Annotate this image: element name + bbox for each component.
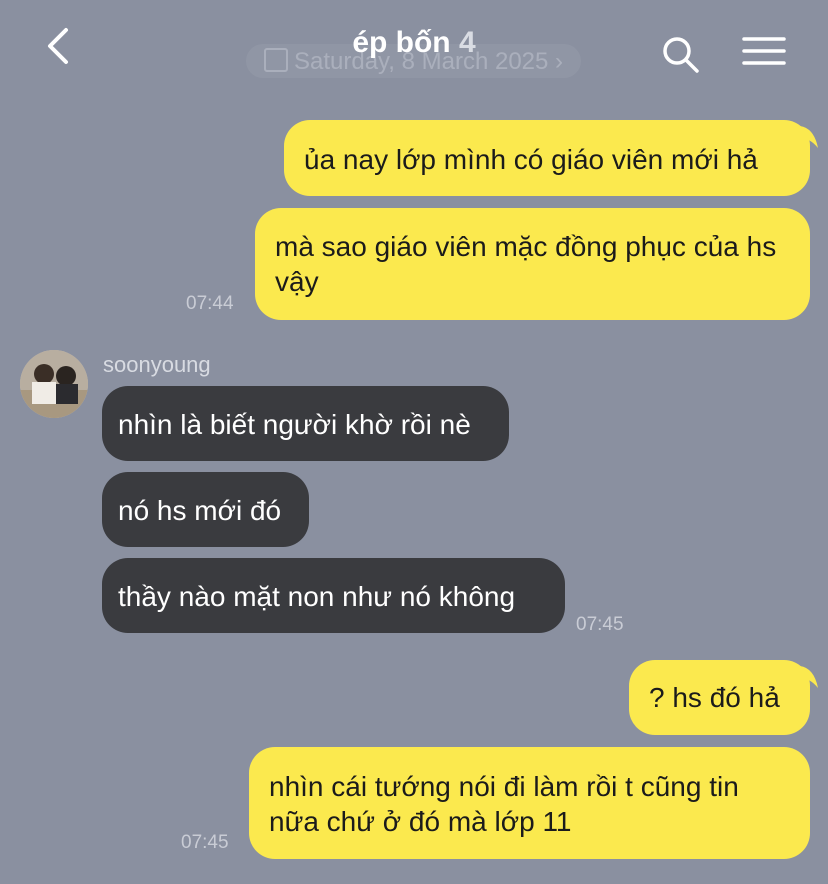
member-count: 4 bbox=[458, 26, 476, 59]
sender-name: soonyoung bbox=[103, 352, 211, 377]
avatar[interactable] bbox=[20, 350, 88, 418]
message-bubble-outgoing[interactable]: ủa nay lớp mình có giáo viên mới hả bbox=[284, 120, 810, 196]
hamburger-menu-icon[interactable] bbox=[742, 36, 786, 66]
message-bubble-outgoing[interactable]: nhìn cái tướng nói đi làm rồi t cũng tin… bbox=[249, 747, 810, 859]
message-text: nhìn cái tướng nói đi làm rồi t cũng tin… bbox=[269, 771, 739, 837]
message-bubble-outgoing[interactable]: mà sao giáo viên mặc đồng phục của hs vậ… bbox=[255, 208, 810, 320]
chat-header: Saturday, 8 March 2025 › ép bốn 4 bbox=[0, 0, 828, 100]
message-text: ủa nay lớp mình có giáo viên mới hả bbox=[304, 144, 758, 175]
message-text: nhìn là biết người khờ rồi nè bbox=[118, 409, 471, 440]
message-text: ? hs đó hả bbox=[649, 682, 780, 713]
message-text: mà sao giáo viên mặc đồng phục của hs vậ… bbox=[275, 231, 777, 297]
message-time: 07:44 bbox=[186, 293, 234, 314]
message-text: thầy nào mặt non như nó không bbox=[118, 581, 516, 612]
chat-title: ép bốn 4 bbox=[0, 26, 828, 60]
avatar-photo bbox=[20, 350, 88, 418]
message-bubble-incoming[interactable]: nhìn là biết người khờ rồi nè bbox=[102, 386, 509, 461]
bubble-tail bbox=[800, 126, 818, 148]
message-text: nó hs mới đó bbox=[118, 495, 282, 526]
chat-name: ép bốn bbox=[352, 26, 451, 59]
bubble-tail bbox=[800, 666, 818, 688]
message-bubble-outgoing[interactable]: ? hs đó hả bbox=[629, 660, 810, 735]
search-icon[interactable] bbox=[660, 34, 700, 74]
message-bubble-incoming[interactable]: nó hs mới đó bbox=[102, 472, 309, 547]
message-time: 07:45 bbox=[576, 614, 624, 635]
message-bubble-incoming[interactable]: thầy nào mặt non như nó không bbox=[102, 558, 565, 633]
message-time: 07:45 bbox=[181, 832, 229, 853]
